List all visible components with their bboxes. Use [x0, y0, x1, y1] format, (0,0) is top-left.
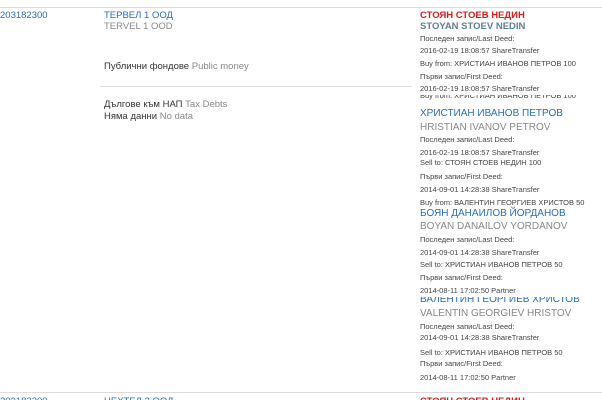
tax-debts-row: Дългове към НАП Tax Debts	[104, 99, 227, 110]
last-deed-detail: Sell to: ХРИСТИАН ИВАНОВ ПЕТРОВ 50	[420, 348, 563, 357]
last-deed-label: Последен запис/Last Deed:	[420, 322, 515, 331]
owner-name-bg[interactable]: ВАЛЕНТИН ГЕОРГИЕВ ХРИСТОВ	[420, 297, 580, 306]
public-funds-row: Публични фондове Public money	[104, 61, 249, 72]
company-name-bg-link[interactable]: ТЕРВЕЛ 1 ООД	[104, 10, 173, 21]
last-deed-detail: Sell to: ХРИСТИАН ИВАНОВ ПЕТРОВ 50	[420, 260, 563, 269]
owner-name-bg[interactable]: СТОЯН СТОЕВ НЕДИН	[420, 10, 525, 21]
first-deed-detail: Buy from: ХРИСТИАН ИВАНОВ ПЕТРОВ 100	[420, 95, 576, 100]
no-data-row: Няма данни No data	[104, 111, 193, 122]
last-deed-detail: Buy from: ХРИСТИАН ИВАНОВ ПЕТРОВ 100	[420, 59, 576, 68]
company-name-en: TERVEL 1 OOD	[104, 21, 173, 32]
first-deed-label: Първи запис/First Deed:	[420, 72, 503, 81]
company-id-link[interactable]: 203182300	[0, 10, 48, 21]
owner-name-bg[interactable]: БОЯН ДАНАИЛОВ ЙОРДАНОВ	[420, 208, 566, 220]
last-deed-value: 2016-02-19 18:08:57 ShareTransfer	[420, 46, 540, 55]
first-deed-detail: Buy from: ВАЛЕНТИН ГЕОРГИЕВ ХРИСТОВ 50	[420, 198, 585, 207]
last-deed-label: Последен запис/Last Deed:	[420, 135, 515, 144]
last-deed-value: 2016-02-19 18:08:57 ShareTransfer	[420, 148, 540, 157]
public-funds-label: Публични фондове	[104, 61, 190, 72]
first-deed-value: 2014-08-11 17:02:50 Partner	[420, 286, 516, 295]
row-top-divider	[0, 7, 602, 8]
first-deed-value: 2014-09-01 14:28:38 ShareTransfer	[420, 185, 540, 194]
info-divider	[100, 86, 412, 87]
last-deed-value: 2014-09-01 14:28:38 ShareTransfer	[420, 248, 540, 257]
first-deed-value: 2014-08-11 17:02:50 Partner	[420, 373, 516, 382]
last-deed-detail: Sell to: СТОЯН СТОЕВ НЕДИН 100	[420, 158, 542, 167]
owner-name-en: VALENTIN GEORGIEV HRISTOV	[420, 308, 572, 319]
owner-name-en: STOYAN STOEV NEDIN	[420, 21, 526, 32]
owner-name-en: HRISTIAN IVANOV PETROV	[420, 122, 551, 133]
row-bottom-divider	[0, 392, 602, 393]
company-id-link[interactable]: 203182300	[0, 396, 48, 400]
first-deed-value: 2016-02-19 18:08:57 ShareTransfer	[420, 84, 540, 93]
last-deed-label: Последен запис/Last Deed:	[420, 34, 515, 43]
no-data-value: No data	[159, 111, 194, 122]
company-name-bg-link[interactable]: НЕХТЕЛ 2 ООД	[104, 396, 173, 400]
first-deed-label: Първи запис/First Deed:	[420, 273, 503, 282]
tax-debts-value: Tax Debts	[185, 99, 228, 110]
first-deed-label: Първи запис/First Deed:	[420, 172, 503, 181]
owner-name-bg[interactable]: СТОЯН СТОЕВ НЕДИН	[420, 396, 525, 400]
public-funds-value: Public money	[191, 61, 249, 72]
tax-debts-label: Дългове към НАП	[104, 99, 183, 110]
owner-name-bg[interactable]: ХРИСТИАН ИВАНОВ ПЕТРОВ	[420, 108, 563, 120]
last-deed-label: Последен запис/Last Deed:	[420, 235, 515, 244]
no-data-label: Няма данни	[104, 111, 158, 122]
first-deed-label: Първи запис/First Deed:	[420, 361, 503, 368]
owner-name-en: BOYAN DANAILOV YORDANOV	[420, 221, 568, 232]
last-deed-value: 2014-09-01 14:28:38 ShareTransfer	[420, 335, 540, 342]
